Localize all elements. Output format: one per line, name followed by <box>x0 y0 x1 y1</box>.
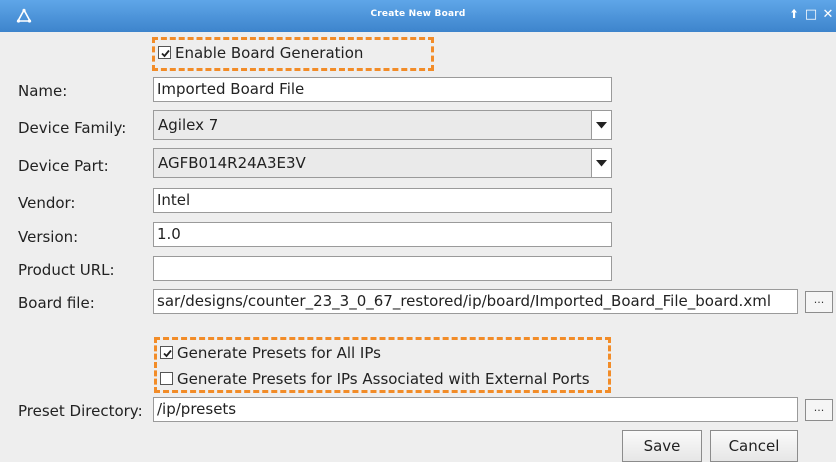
checkbox-box[interactable] <box>158 46 171 59</box>
preset-directory-browse-button[interactable]: ... <box>805 399 833 421</box>
maximize-icon[interactable]: □ <box>803 6 819 24</box>
cancel-button[interactable]: Cancel <box>710 430 798 462</box>
device-family-label: Device Family: <box>18 119 127 137</box>
preset-directory-field[interactable]: /ip/presets <box>153 397 798 422</box>
preset-directory-label: Preset Directory: <box>18 402 143 420</box>
device-part-select[interactable]: AGFB014R24A3E3V <box>153 148 612 178</box>
name-label: Name: <box>18 82 68 100</box>
device-part-label: Device Part: <box>18 157 109 175</box>
close-icon[interactable]: ✕ <box>820 6 836 24</box>
board-file-field[interactable]: sar/designs/counter_23_3_0_67_restored/i… <box>153 289 798 314</box>
preset-all-ips-checkbox[interactable]: Generate Presets for All IPs <box>160 344 381 362</box>
board-file-label: Board file: <box>18 294 95 312</box>
device-part-dropdown-button[interactable] <box>591 149 611 177</box>
enable-board-generation-checkbox[interactable]: Enable Board Generation <box>158 44 363 62</box>
preset-all-ips-label: Generate Presets for All IPs <box>177 344 381 362</box>
checkbox-box[interactable] <box>160 372 173 385</box>
name-field[interactable]: Imported Board File <box>153 77 612 102</box>
vendor-field[interactable]: Intel <box>153 188 612 213</box>
version-field[interactable]: 1.0 <box>153 222 612 247</box>
product-url-label: Product URL: <box>18 261 115 279</box>
window-titlebar[interactable]: Create New Board 🠩 □ ✕ <box>0 0 836 32</box>
version-label: Version: <box>18 228 79 246</box>
device-family-dropdown-button[interactable] <box>591 111 611 139</box>
device-part-value: AGFB014R24A3E3V <box>158 154 306 172</box>
vendor-label: Vendor: <box>18 194 76 212</box>
chevron-down-icon <box>596 160 607 167</box>
save-button[interactable]: Save <box>622 430 702 462</box>
checkmark-icon <box>163 349 172 358</box>
chevron-down-icon <box>596 122 607 129</box>
device-family-select[interactable]: Agilex 7 <box>153 110 612 140</box>
device-family-value: Agilex 7 <box>158 116 219 134</box>
preset-external-ports-checkbox[interactable]: Generate Presets for IPs Associated with… <box>160 370 590 388</box>
enable-board-generation-label: Enable Board Generation <box>175 44 364 62</box>
window-title: Create New Board <box>370 9 466 19</box>
product-url-field[interactable] <box>153 256 612 281</box>
board-file-browse-button[interactable]: ... <box>805 291 833 313</box>
checkmark-icon <box>161 49 170 58</box>
checkbox-box[interactable] <box>160 346 173 359</box>
preset-external-ports-label: Generate Presets for IPs Associated with… <box>177 370 590 388</box>
pin-icon[interactable]: 🠩 <box>786 6 802 24</box>
